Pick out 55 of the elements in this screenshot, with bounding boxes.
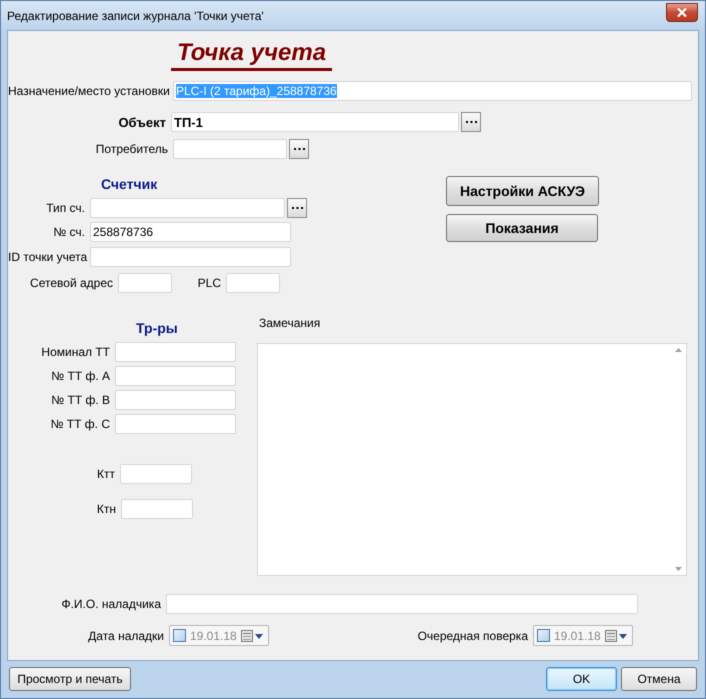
field-label: № ТТ ф. С [50, 417, 110, 431]
text-field[interactable] [90, 247, 291, 267]
form-heading: Точка учета [171, 40, 332, 71]
ellipsis-icon [294, 148, 304, 150]
section-title: Счетчик [101, 176, 158, 192]
scroll-up-icon[interactable] [674, 348, 682, 352]
close-button[interactable] [666, 3, 698, 22]
field-label: PLC [196, 276, 221, 290]
text-field[interactable]: ТП-1 [171, 112, 459, 132]
text-field[interactable]: 258878736 [90, 222, 291, 242]
checkbox[interactable] [173, 629, 186, 642]
ok-button[interactable]: OK [546, 667, 617, 691]
field-label: Дата наладки [87, 628, 164, 642]
field-label: ID точки учета [8, 250, 85, 264]
browse-button[interactable] [289, 139, 309, 159]
section-title: Тр-ры [136, 320, 179, 336]
text-field[interactable] [90, 198, 285, 218]
text-field[interactable] [121, 499, 193, 519]
field-label: Сетевой адрес [29, 276, 113, 290]
field-label: Объект [117, 114, 166, 130]
field-label: Потребитель [94, 142, 168, 156]
scroll-down-icon[interactable] [674, 567, 682, 571]
calendar-dropdown-icon[interactable] [241, 630, 265, 642]
ellipsis-icon [292, 206, 302, 210]
text-field[interactable] [118, 273, 172, 293]
field-label: Тип сч. [45, 201, 85, 215]
readings-button[interactable]: Показания [446, 214, 598, 242]
text-field[interactable] [226, 273, 280, 293]
close-icon [677, 8, 687, 17]
field-label: № ТТ ф. А [50, 369, 110, 383]
browse-button[interactable] [287, 198, 307, 218]
field-label: Ф.И.О. наладчика [60, 597, 161, 611]
ellipsis-icon [466, 120, 476, 124]
print-preview-button[interactable]: Просмотр и печать [9, 667, 131, 691]
field-label: Очередная поверка [416, 628, 528, 642]
browse-button[interactable] [461, 112, 481, 132]
text-field[interactable] [115, 342, 236, 362]
field-label: № ТТ ф. В [50, 393, 110, 407]
field-label: Номинал ТТ [40, 345, 110, 359]
calendar-dropdown-icon[interactable] [605, 630, 629, 642]
text-field[interactable] [115, 366, 236, 386]
settings-button[interactable]: Настройки АСКУЭ [446, 176, 599, 206]
cancel-button[interactable]: Отмена [621, 667, 697, 691]
field-label: Назначение/место установки [8, 84, 168, 98]
text-field[interactable] [115, 414, 236, 434]
remarks-label: Замечания [259, 316, 322, 330]
checkbox[interactable] [537, 629, 550, 642]
window-title: Редактирование записи журнала 'Точки учета' [7, 8, 264, 22]
text-field[interactable] [166, 594, 638, 614]
field-label: № сч. [52, 225, 85, 239]
text-field[interactable] [115, 390, 236, 410]
field-label: Ктт [96, 467, 115, 481]
field-label: Ктн [96, 502, 116, 516]
text-field[interactable] [120, 464, 192, 484]
text-field[interactable] [173, 139, 287, 159]
